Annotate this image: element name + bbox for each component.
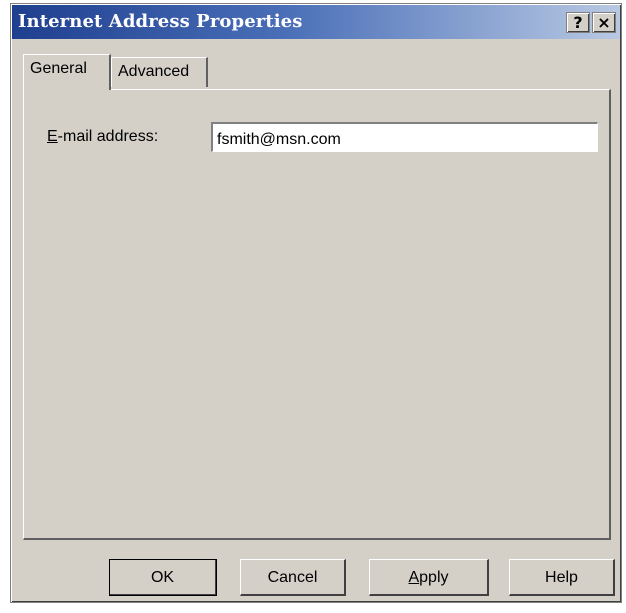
email-address-label: E-mail address: (47, 128, 158, 146)
tab-advanced[interactable]: Advanced (111, 57, 208, 87)
apply-accelerator: A (408, 568, 420, 586)
email-label-text: -mail address: (57, 128, 159, 145)
help-icon[interactable]: ? (566, 12, 590, 33)
dialog-title: Internet Address Properties (18, 11, 303, 32)
email-label-accelerator: E (47, 128, 58, 145)
properties-dialog: Internet Address Properties ? × General … (10, 3, 622, 603)
ok-button[interactable]: OK (109, 559, 217, 596)
cancel-button[interactable]: Cancel (240, 559, 346, 596)
close-icon[interactable]: × (592, 12, 616, 33)
apply-label: pply (419, 568, 449, 586)
tab-general[interactable]: General (23, 54, 111, 90)
title-bar[interactable]: Internet Address Properties ? × (12, 5, 620, 39)
help-button[interactable]: Help (509, 559, 615, 596)
general-tab-panel: E-mail address: (23, 89, 611, 540)
apply-button[interactable]: Apply (369, 559, 489, 596)
email-address-field[interactable] (211, 122, 598, 152)
